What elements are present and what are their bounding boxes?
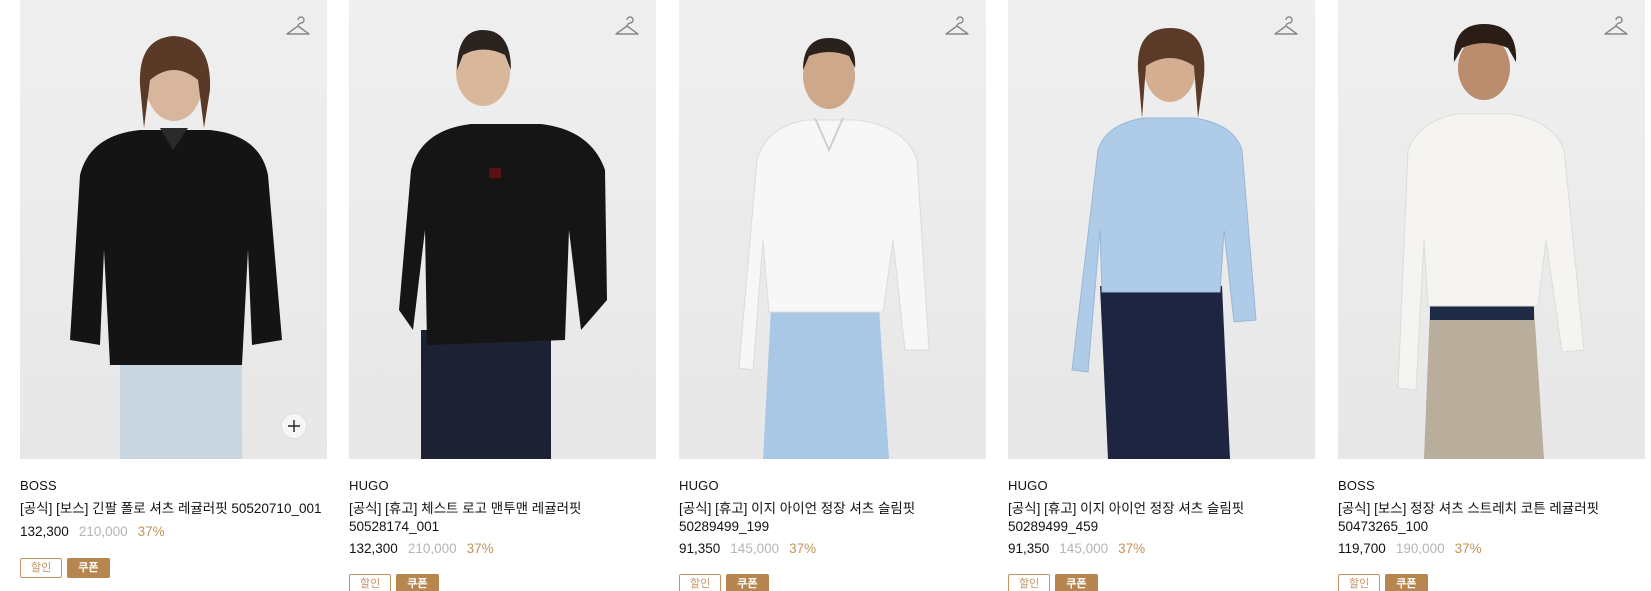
price-row: 91,350 145,000 37% [1008,541,1145,556]
product-image[interactable] [1008,0,1315,459]
discount-rate: 37% [1454,541,1482,556]
hanger-icon[interactable] [614,14,640,38]
original-price: 145,000 [730,541,780,556]
coupon-badge: 쿠폰 [1385,574,1428,591]
price-row: 132,300 210,000 37% [349,541,494,556]
model-figure [1071,28,1257,459]
product-brand[interactable]: HUGO [1008,478,1048,493]
plus-icon [288,420,300,432]
hanger-icon[interactable] [285,14,311,38]
product-brand[interactable]: BOSS [1338,478,1375,493]
product-title[interactable]: [공식] [보스] 정장 셔츠 스트레치 코튼 레귤러핏 50473265_10… [1338,500,1645,536]
original-price: 210,000 [78,524,128,539]
sale-badge: 할인 [1338,574,1381,591]
product-image[interactable] [679,0,986,459]
price-row: 119,700 190,000 37% [1338,541,1482,556]
discount-rate: 37% [789,541,817,556]
hanger-icon[interactable] [1273,14,1299,38]
sale-badge: 할인 [1008,574,1051,591]
product-card[interactable]: HUGO [공식] [휴고] 이지 아이언 정장 셔츠 슬림핏 50289499… [679,0,986,591]
badge-group: 할인 쿠폰 [1008,574,1098,591]
product-title[interactable]: [공식] [휴고] 체스트 로고 맨투맨 레귤러핏 50528174_001 [349,500,656,536]
product-image[interactable] [1338,0,1645,459]
product-image[interactable] [349,0,656,459]
coupon-badge: 쿠폰 [67,558,110,578]
sale-price: 132,300 [349,541,398,556]
original-price: 210,000 [407,541,457,556]
hanger-icon[interactable] [1603,14,1629,38]
sale-badge: 할인 [349,574,392,591]
product-card[interactable]: BOSS [공식] [보스] 정장 셔츠 스트레치 코튼 레귤러핏 504732… [1338,0,1645,591]
discount-rate: 37% [466,541,494,556]
model-figure [70,36,282,459]
model-figure [738,38,930,459]
price-row: 132,300 210,000 37% [20,524,165,539]
product-brand[interactable]: HUGO [349,478,389,493]
product-card[interactable]: BOSS [공식] [보스] 긴팔 폴로 셔츠 레귤러핏 50520710_00… [20,0,327,591]
badge-group: 할인 쿠폰 [1338,574,1428,591]
hanger-icon[interactable] [944,14,970,38]
discount-rate: 37% [137,524,165,539]
quick-add-button[interactable] [281,413,307,439]
badge-group: 할인 쿠폰 [349,574,439,591]
sale-price: 91,350 [1008,541,1050,556]
original-price: 145,000 [1059,541,1109,556]
sale-price: 119,700 [1338,541,1386,556]
model-figure [399,30,607,459]
product-title[interactable]: [공식] [휴고] 이지 아이언 정장 셔츠 슬림핏 50289499_459 [1008,500,1315,536]
badge-group: 할인 쿠폰 [679,574,769,591]
sale-badge: 할인 [679,574,722,591]
discount-rate: 37% [1118,541,1146,556]
product-card[interactable]: HUGO [공식] [휴고] 체스트 로고 맨투맨 레귤러핏 50528174_… [349,0,656,591]
product-brand[interactable]: BOSS [20,478,57,493]
product-image[interactable] [20,0,327,459]
original-price: 190,000 [1395,541,1445,556]
sale-price: 132,300 [20,524,69,539]
sale-badge: 할인 [20,558,63,578]
product-title[interactable]: [공식] [휴고] 이지 아이언 정장 셔츠 슬림핏 50289499_199 [679,500,986,536]
sale-price: 91,350 [679,541,721,556]
coupon-badge: 쿠폰 [1055,574,1098,591]
model-figure [1397,24,1585,459]
product-card[interactable]: HUGO [공식] [휴고] 이지 아이언 정장 셔츠 슬림핏 50289499… [1008,0,1315,591]
product-brand[interactable]: HUGO [679,478,719,493]
product-title[interactable]: [공식] [보스] 긴팔 폴로 셔츠 레귤러핏 50520710_001 [20,500,327,518]
price-row: 91,350 145,000 37% [679,541,816,556]
coupon-badge: 쿠폰 [396,574,439,591]
product-grid: BOSS [공식] [보스] 긴팔 폴로 셔츠 레귤러핏 50520710_00… [20,0,1645,591]
badge-group: 할인 쿠폰 [20,558,110,578]
coupon-badge: 쿠폰 [726,574,769,591]
